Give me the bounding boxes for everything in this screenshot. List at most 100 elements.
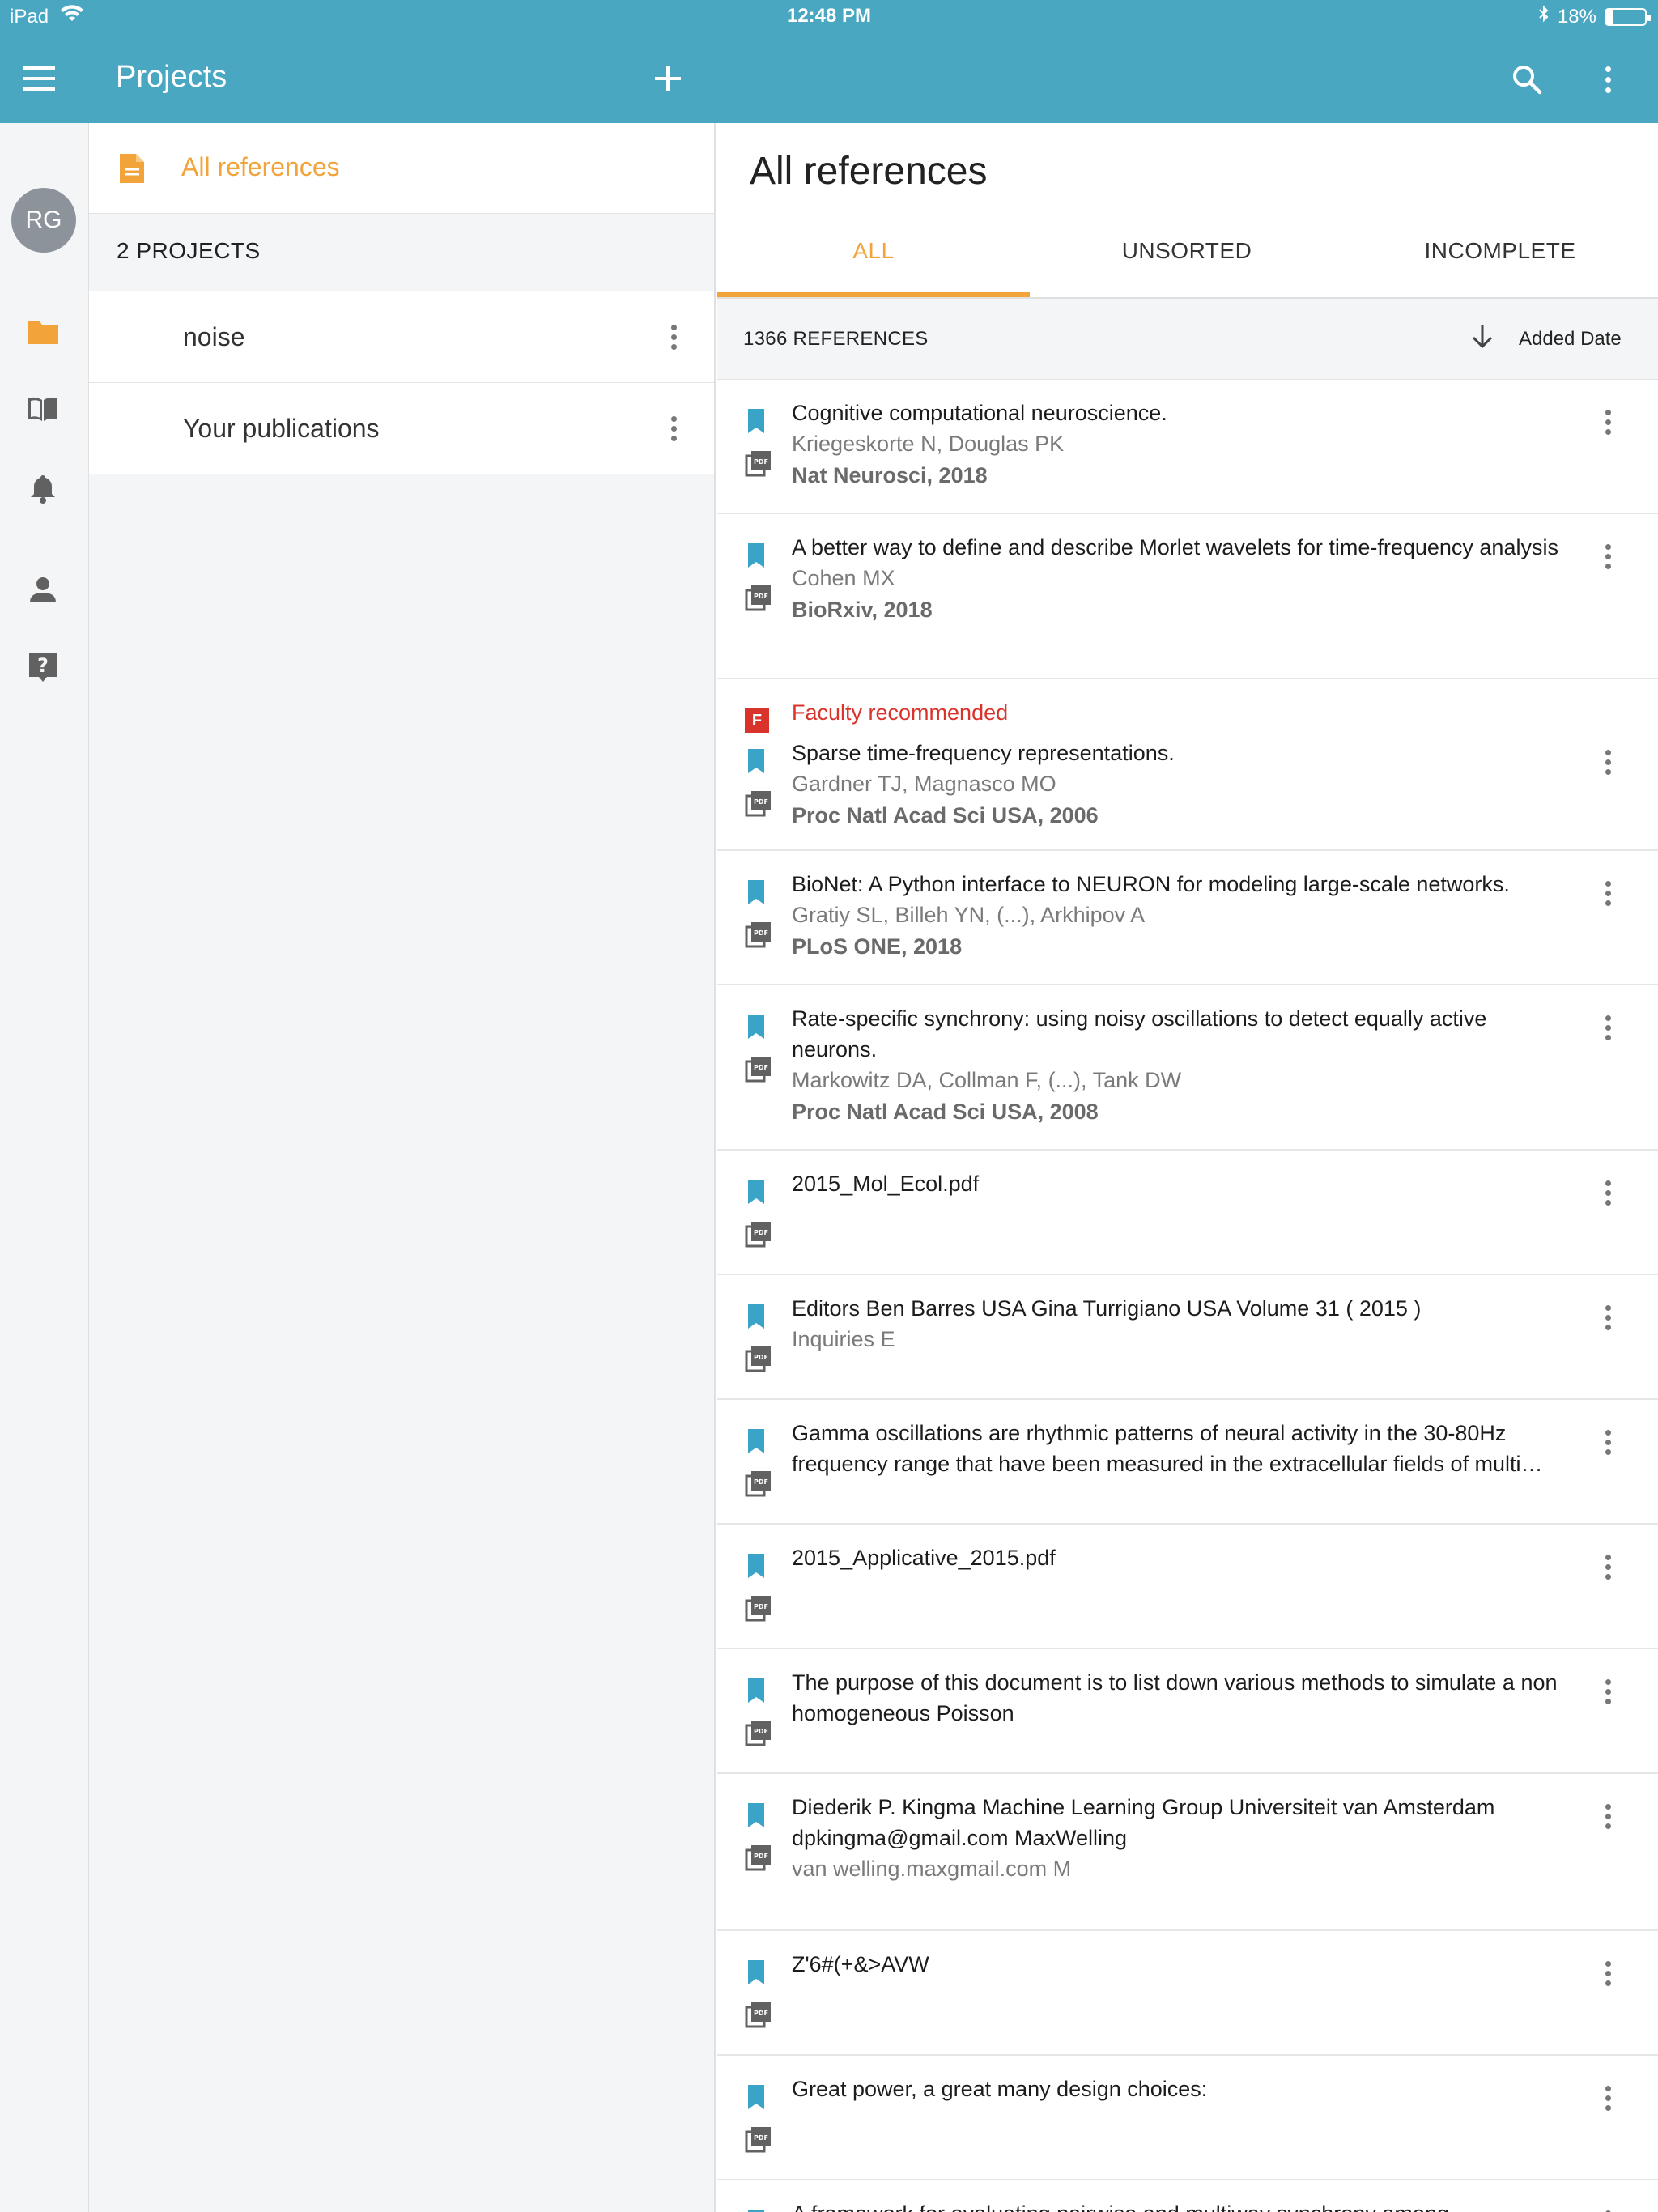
reference-title: BioNet: A Python interface to NEURON for… — [792, 872, 1510, 896]
bookmark-icon[interactable] — [745, 1959, 767, 1990]
pdf-icon[interactable]: PDF — [745, 921, 772, 952]
person-icon[interactable] — [26, 573, 60, 607]
reference-more-icon[interactable] — [1600, 1010, 1616, 1045]
reference-title: The purpose of this document is to list … — [792, 1670, 1558, 1725]
reference-list: PDF Cognitive computational neuroscience.… — [717, 380, 1658, 2212]
reference-more-icon[interactable] — [1600, 1798, 1616, 1834]
bookmark-icon[interactable] — [745, 542, 767, 573]
bookmark-icon[interactable] — [745, 2083, 767, 2115]
reference-journal: BioRxiv, 2018 — [792, 598, 933, 622]
pdf-icon[interactable]: PDF — [745, 789, 772, 821]
all-references-label: All references — [181, 152, 340, 181]
search-icon[interactable] — [1511, 63, 1543, 96]
reference-journal: Proc Natl Acad Sci USA, 2006 — [792, 803, 1099, 827]
project-item-your-publications[interactable]: Your publications — [89, 383, 714, 474]
reference-more-icon[interactable] — [1600, 2205, 1616, 2212]
battery-percent: 18% — [1557, 5, 1596, 28]
avatar[interactable]: RG — [11, 188, 76, 253]
bookmark-icon[interactable] — [745, 1303, 767, 1334]
bookmark-icon[interactable] — [745, 2208, 767, 2212]
document-icon — [120, 154, 144, 187]
bell-icon[interactable] — [26, 471, 60, 505]
svg-text:PDF: PDF — [754, 458, 768, 466]
pdf-icon[interactable]: PDF — [745, 1220, 772, 1252]
tab-incomplete[interactable]: INCOMPLETE — [1344, 238, 1656, 306]
reference-item[interactable]: F PDF Faculty recommended Sparse time-frequ… — [717, 679, 1658, 851]
help-icon[interactable]: ? — [26, 649, 60, 683]
svg-text:PDF: PDF — [754, 1354, 768, 1361]
library-book-icon[interactable] — [26, 392, 60, 426]
bookmark-icon[interactable] — [745, 1802, 767, 1833]
page-title: All references — [750, 150, 988, 193]
bookmark-icon[interactable] — [745, 1677, 767, 1708]
reference-item[interactable]: PDF Z'6#(+&>AVW — [717, 1931, 1658, 2056]
reference-journal: PLoS ONE, 2018 — [792, 934, 963, 959]
bookmark-icon[interactable] — [745, 1013, 767, 1044]
tab-unsorted[interactable]: UNSORTED — [1031, 238, 1343, 306]
project-more-icon[interactable] — [665, 319, 682, 355]
bookmark-icon[interactable] — [745, 1178, 767, 1210]
reference-more-icon[interactable] — [1600, 1549, 1616, 1585]
reference-more-icon[interactable] — [1600, 1424, 1616, 1460]
pdf-icon[interactable]: PDF — [745, 1594, 772, 1626]
menu-icon[interactable] — [23, 66, 55, 91]
reference-title: Gamma oscillations are rhythmic patterns… — [792, 1421, 1543, 1476]
faculty-recommended-label: Faculty recommended — [792, 700, 1009, 725]
reference-more-icon[interactable] — [1600, 1300, 1616, 1335]
reference-item[interactable]: PDF Editors Ben Barres USA Gina Turrigian… — [717, 1275, 1658, 1400]
pdf-icon[interactable]: PDF — [745, 2001, 772, 2032]
reference-more-icon[interactable] — [1600, 538, 1616, 574]
arrow-down-icon[interactable] — [1470, 321, 1494, 355]
pdf-icon[interactable]: PDF — [745, 1055, 772, 1087]
reference-more-icon[interactable] — [1600, 1674, 1616, 1709]
reference-more-icon[interactable] — [1600, 1175, 1616, 1210]
project-more-icon[interactable] — [665, 410, 682, 446]
app-bar-title: Projects — [116, 60, 227, 94]
reference-more-icon[interactable] — [1600, 1955, 1616, 1991]
pdf-icon[interactable]: PDF — [745, 2125, 772, 2157]
reference-authors: Kriegeskorte N, Douglas PK — [792, 432, 1065, 456]
bookmark-icon[interactable] — [745, 1427, 767, 1459]
reference-item[interactable]: PDFA framework for evaluating pairwise a… — [717, 2180, 1658, 2212]
reference-item[interactable]: PDF The purpose of this document is to li… — [717, 1649, 1658, 1774]
pdf-icon[interactable]: PDF — [745, 1844, 772, 1875]
svg-text:PDF: PDF — [754, 2010, 768, 2017]
reference-more-icon[interactable] — [1600, 404, 1616, 440]
status-bar: iPad 12:48 PM 18% — [0, 0, 1658, 34]
more-options-icon[interactable] — [1600, 63, 1616, 96]
reference-item[interactable]: PDF Great power, a great many design choi… — [717, 2056, 1658, 2180]
reference-item[interactable]: PDF A better way to define and describe M… — [717, 514, 1658, 679]
bookmark-icon[interactable] — [745, 878, 767, 910]
project-item-noise[interactable]: noise — [89, 291, 714, 383]
bookmark-icon[interactable] — [745, 407, 767, 439]
reference-item[interactable]: PDF Gamma oscillations are rhythmic patte… — [717, 1400, 1658, 1525]
reference-item[interactable]: PDF 2015_Applicative_2015.pdf — [717, 1525, 1658, 1649]
bookmark-icon[interactable] — [745, 1552, 767, 1584]
pdf-icon[interactable]: PDF — [745, 1470, 772, 1501]
reference-item[interactable]: PDF BioNet: A Python interface to NEURON … — [717, 851, 1658, 985]
pdf-icon[interactable]: PDF — [745, 1719, 772, 1750]
add-project-button[interactable] — [653, 63, 683, 94]
reference-more-icon[interactable] — [1600, 875, 1616, 911]
folder-icon[interactable] — [26, 314, 60, 348]
bookmark-icon[interactable] — [745, 747, 767, 779]
references-header: 1366 REFERENCES Added Date — [717, 299, 1658, 380]
reference-item[interactable]: PDF Rate-specific synchrony: using noisy … — [717, 985, 1658, 1151]
svg-text:PDF: PDF — [754, 929, 768, 937]
reference-item[interactable]: PDF Diederik P. Kingma Machine Learning G… — [717, 1774, 1658, 1931]
pdf-icon[interactable]: PDF — [745, 584, 772, 615]
svg-text:PDF: PDF — [754, 1853, 768, 1860]
pdf-icon[interactable]: PDF — [745, 1345, 772, 1376]
reference-more-icon[interactable] — [1600, 2080, 1616, 2116]
faculty-badge-icon: F — [745, 708, 769, 733]
all-references-item[interactable]: All references — [89, 123, 714, 214]
pdf-icon[interactable]: PDF — [745, 449, 772, 481]
sort-button[interactable]: Added Date — [1519, 328, 1622, 351]
reference-item[interactable]: PDF 2015_Mol_Ecol.pdf — [717, 1151, 1658, 1275]
battery-icon — [1605, 7, 1651, 26]
tab-label: ALL — [852, 238, 895, 263]
projects-panel: All references 2 PROJECTS noise Your pub… — [89, 123, 716, 2212]
reference-item[interactable]: PDF Cognitive computational neuroscience.… — [717, 380, 1658, 514]
reference-journal: Proc Natl Acad Sci USA, 2008 — [792, 1100, 1099, 1124]
reference-more-icon[interactable] — [1600, 744, 1616, 780]
